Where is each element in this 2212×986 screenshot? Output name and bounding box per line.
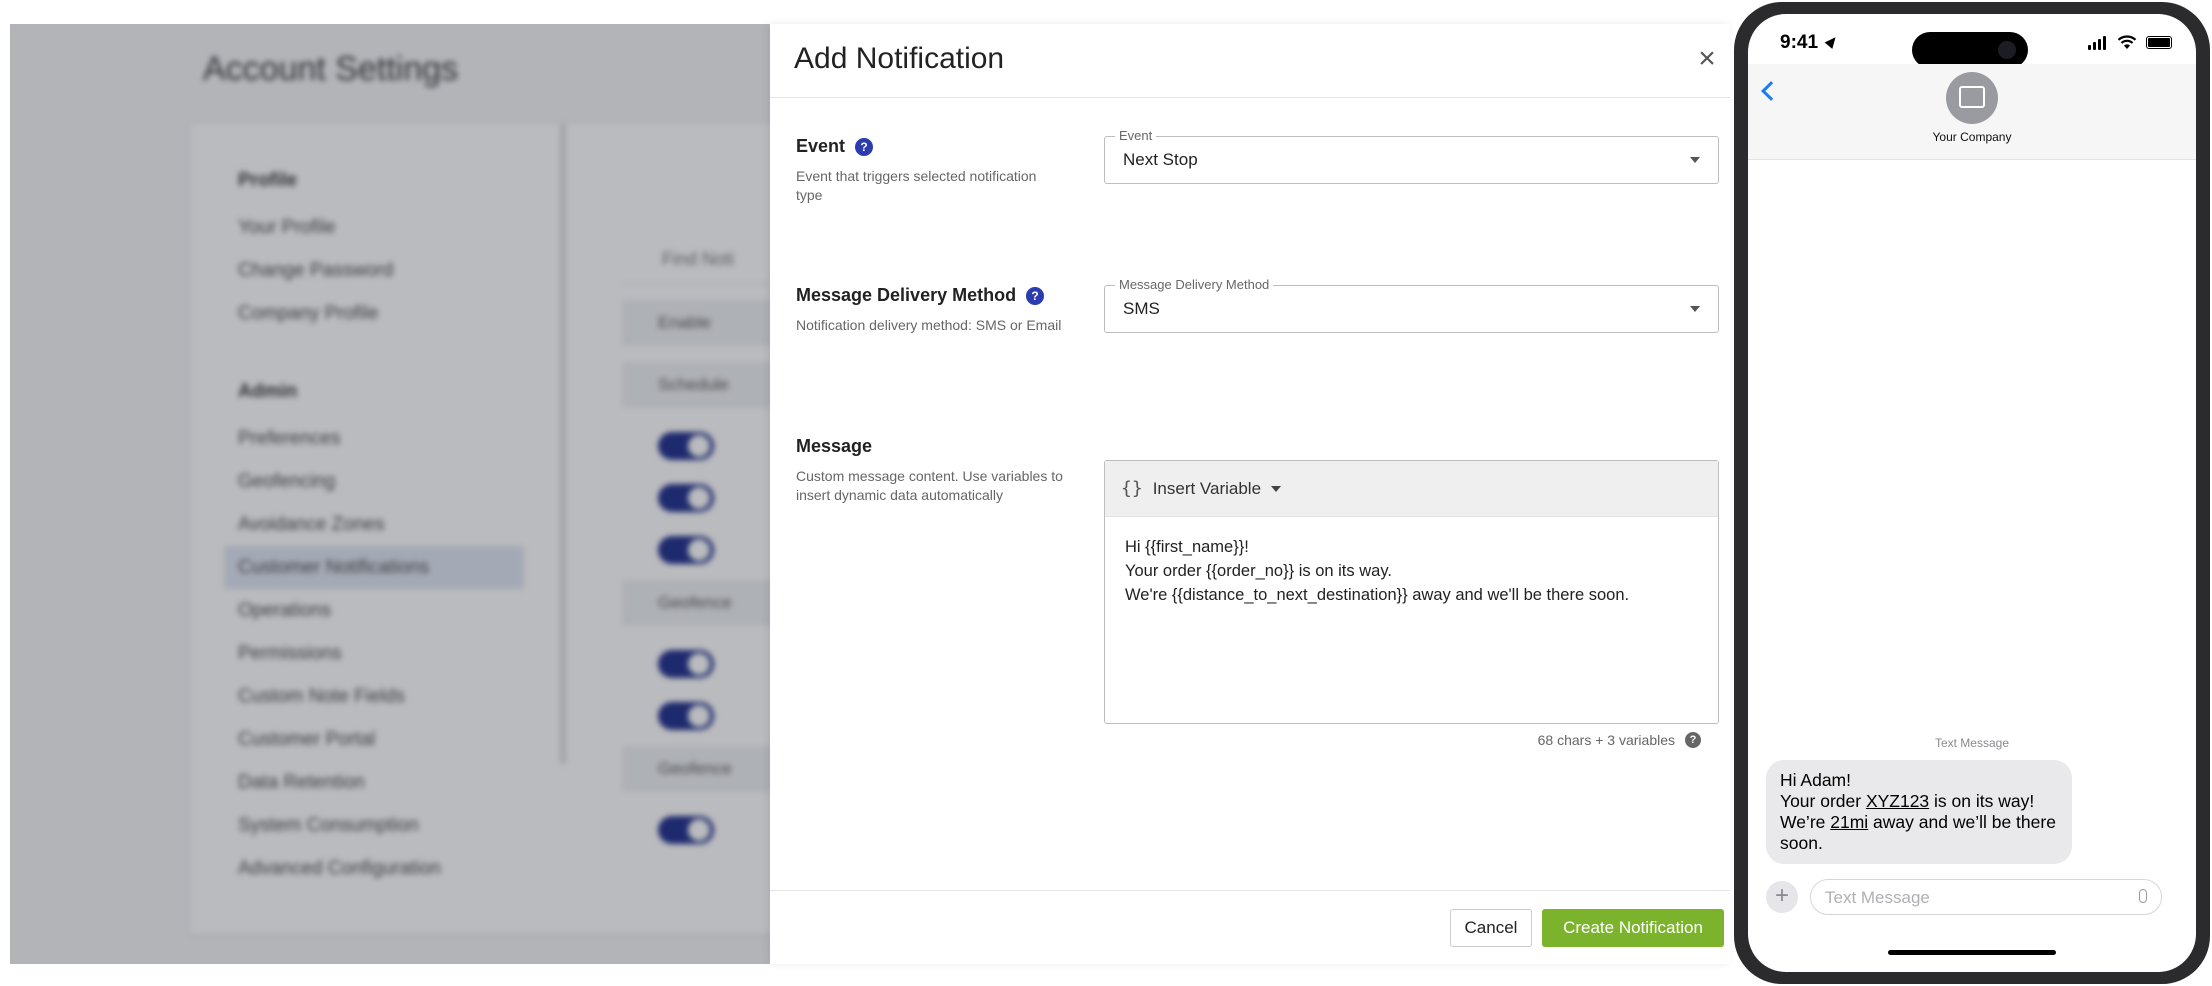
message-description: Custom message content. Use variables to… — [796, 468, 1063, 503]
home-indicator — [1888, 950, 2056, 955]
delivery-label: Message Delivery Method — [796, 285, 1017, 305]
event-select-legend: Event — [1115, 128, 1157, 143]
help-icon[interactable]: ? — [1026, 286, 1045, 305]
close-icon[interactable]: × — [1692, 44, 1722, 74]
contact-name: Your Company — [1932, 130, 2012, 144]
status-time: 9:41 — [1780, 32, 1819, 53]
plus-icon[interactable]: + — [1766, 881, 1798, 913]
message-line: We're {{distance_to_next_destination}} a… — [1125, 586, 1630, 604]
phone-screen: 9:41 Your Company Text Message Hi Adam! … — [1748, 14, 2196, 972]
compose-placeholder: Text Message — [1825, 888, 1930, 907]
event-label: Event — [796, 136, 846, 156]
insert-variable-label: Insert Variable — [1152, 478, 1262, 498]
message-counter-text: 68 chars + 3 variables — [1537, 732, 1675, 748]
event-select-value: Next Stop — [1123, 150, 1198, 169]
back-chevron-icon[interactable] — [1761, 81, 1781, 101]
wifi-icon — [2117, 35, 2137, 49]
delivery-field-row: Message Delivery Method ? Notification d… — [796, 277, 1719, 335]
dynamic-island — [1912, 32, 2028, 68]
delivery-select-legend: Message Delivery Method — [1115, 277, 1274, 292]
delivery-select[interactable]: Message Delivery Method SMS — [1104, 277, 1719, 333]
add-notification-dialog: Add Notification × Event ? Event that tr… — [770, 24, 1730, 964]
sms-bubble: Hi Adam! Your order XYZ123 is on its way… — [1766, 760, 2072, 864]
chat-header: Your Company — [1748, 64, 2196, 160]
message-type-label: Text Message — [1934, 736, 2010, 750]
dialog-footer: Cancel Create Notification — [770, 890, 1730, 964]
message-line: Hi {{first_name}}! — [1125, 538, 1249, 556]
message-label-wrap: Message — [796, 436, 1696, 457]
message-compose-input[interactable]: Text Message — [1810, 879, 2162, 915]
image-icon — [1959, 86, 1985, 108]
cellular-signal-icon — [2088, 36, 2106, 50]
caret-down-icon — [1271, 485, 1282, 492]
status-bar: 9:41 — [1748, 14, 2196, 68]
braces-icon: {} — [1121, 478, 1143, 499]
distance-link[interactable]: 21mi — [1830, 812, 1868, 832]
delivery-description: Notification delivery method: SMS or Ema… — [796, 317, 1062, 333]
cancel-button[interactable]: Cancel — [1450, 909, 1532, 947]
bubble-line: Your order XYZ123 is on its way! — [1780, 791, 2058, 812]
compose-bar: + Text Message — [1748, 872, 2196, 922]
bubble-text: is on its way! — [1929, 791, 2035, 811]
bubble-line: We’re 21mi away and we’ll be there soon. — [1780, 812, 2058, 854]
help-icon[interactable]: ? — [855, 137, 874, 156]
help-icon[interactable]: ? — [1685, 732, 1701, 748]
insert-variable-button[interactable]: {} Insert Variable — [1105, 461, 1718, 517]
delivery-select-value: SMS — [1123, 299, 1160, 318]
bubble-text: We’re — [1780, 812, 1831, 832]
caret-down-icon — [1690, 157, 1700, 163]
event-field-row: Event ? Event that triggers selected not… — [796, 128, 1719, 205]
background-app: Account Settings Profile Your Profile Chan… — [10, 24, 770, 964]
message-editor: {} Insert Variable Hi {{first_name}}! Yo… — [1104, 460, 1719, 724]
location-arrow-icon — [1824, 34, 1840, 49]
microphone-icon[interactable] — [2139, 889, 2147, 903]
order-number-link[interactable]: XYZ123 — [1866, 791, 1929, 811]
message-field-row: Message Custom message content. Use vari… — [796, 436, 1719, 748]
modal-backdrop[interactable] — [10, 24, 770, 964]
event-description: Event that triggers selected notificatio… — [796, 168, 1037, 203]
camera-dot — [1998, 41, 2016, 59]
create-notification-button[interactable]: Create Notification — [1542, 909, 1724, 947]
caret-down-icon — [1690, 306, 1700, 312]
bubble-line: Hi Adam! — [1780, 770, 1851, 790]
event-select[interactable]: Event Next Stop — [1104, 128, 1719, 184]
phone-preview: 9:41 Your Company Text Message Hi Adam! … — [1734, 2, 2210, 984]
message-textarea[interactable]: Hi {{first_name}}! Your order {{order_no… — [1105, 517, 1718, 625]
stage: Account Settings Profile Your Profile Chan… — [0, 0, 2212, 986]
bubble-text: Your order — [1780, 791, 1866, 811]
dialog-title: Add Notification — [794, 42, 1005, 75]
contact-avatar[interactable] — [1946, 72, 1998, 124]
message-line: Your order {{order_no}} is on its way. — [1125, 562, 1392, 580]
message-label: Message — [796, 436, 873, 456]
message-counter: 68 chars + 3 variables ? — [1104, 732, 1701, 748]
battery-icon — [2146, 36, 2172, 49]
dialog-header: Add Notification × — [770, 24, 1730, 98]
